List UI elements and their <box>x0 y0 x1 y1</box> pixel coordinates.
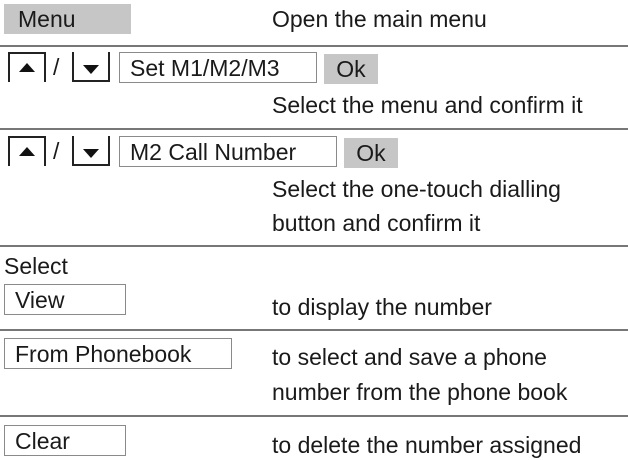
menu-key-label: Menu <box>18 6 76 32</box>
menu-description: Open the main menu <box>272 6 487 32</box>
clear-description: to delete the number assigned <box>272 432 582 458</box>
from-phonebook-key[interactable]: From Phonebook <box>4 338 232 369</box>
m2-call-number-key[interactable]: M2 Call Number <box>119 136 337 167</box>
view-key[interactable]: View <box>4 284 126 315</box>
slash-separator: / <box>53 54 60 80</box>
divider <box>0 128 628 130</box>
m2-call-number-label: M2 Call Number <box>130 139 297 165</box>
down-arrow-key-icon[interactable] <box>72 136 110 166</box>
select-heading: Select <box>4 253 68 279</box>
divider <box>0 329 628 331</box>
row3-description-line2: button and confirm it <box>272 210 481 236</box>
ok-label: Ok <box>356 140 386 166</box>
view-label: View <box>15 287 65 313</box>
phonebook-description-line2: number from the phone book <box>272 379 568 405</box>
clear-key[interactable]: Clear <box>4 425 126 456</box>
ok-button[interactable]: Ok <box>344 138 398 168</box>
up-arrow-key-icon[interactable] <box>8 136 46 166</box>
divider <box>0 245 628 247</box>
slash-separator: / <box>53 138 60 164</box>
divider <box>0 45 628 47</box>
clear-label: Clear <box>15 428 70 454</box>
from-phonebook-label: From Phonebook <box>15 341 192 367</box>
ok-label: Ok <box>336 56 366 82</box>
set-m1-m2-m3-label: Set M1/M2/M3 <box>130 55 280 81</box>
ok-button[interactable]: Ok <box>324 54 378 84</box>
row3-description-line1: Select the one-touch dialling <box>272 176 561 202</box>
menu-key[interactable]: Menu <box>4 4 131 34</box>
down-arrow-key-icon[interactable] <box>72 52 110 82</box>
up-arrow-key-icon[interactable] <box>8 52 46 82</box>
view-description: to display the number <box>272 294 492 320</box>
set-m1-m2-m3-key[interactable]: Set M1/M2/M3 <box>119 52 317 83</box>
phonebook-description-line1: to select and save a phone <box>272 344 547 370</box>
row2-description: Select the menu and confirm it <box>272 92 583 118</box>
divider <box>0 415 628 417</box>
